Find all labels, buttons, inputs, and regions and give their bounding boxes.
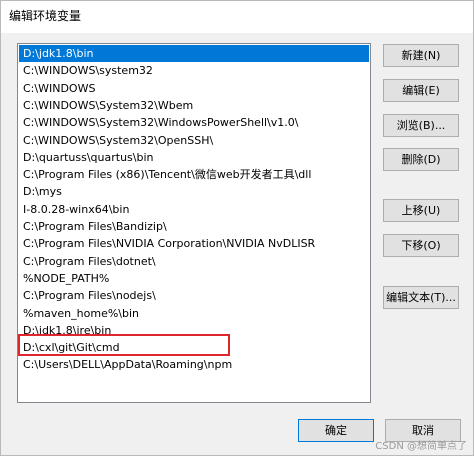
- new-button[interactable]: 新建(N): [383, 44, 459, 67]
- edit-text-button[interactable]: 编辑文本(T)...: [383, 286, 459, 309]
- dialog-title: 编辑环境变量: [9, 9, 82, 23]
- ok-button[interactable]: 确定: [298, 419, 374, 442]
- watermark: CSDN @想简单点了: [375, 441, 467, 452]
- edit-env-var-dialog: 编辑环境变量 D:\jdk1.8\bin C:\WINDOWS\system32 C…: [0, 0, 474, 456]
- list-item[interactable]: C:\WINDOWS\System32\OpenSSH\: [19, 132, 369, 149]
- path-list[interactable]: D:\jdk1.8\bin C:\WINDOWS\system32 C:\WINDO…: [17, 43, 371, 403]
- move-down-button[interactable]: 下移(O): [383, 234, 459, 257]
- list-item[interactable]: C:\Program Files\nodejs\: [19, 287, 369, 304]
- title-bar: 编辑环境变量: [1, 1, 473, 33]
- edit-button[interactable]: 编辑(E): [383, 79, 459, 102]
- list-item[interactable]: D:\cxl\git\Git\cmd: [19, 339, 369, 356]
- list-item[interactable]: C:\Program Files\NVIDIA Corporation\NVID…: [19, 235, 369, 252]
- list-item[interactable]: %NODE_PATH%: [19, 270, 369, 287]
- move-up-button[interactable]: 上移(U): [383, 199, 459, 222]
- list-item[interactable]: %maven_home%\bin: [19, 305, 369, 322]
- list-item[interactable]: C:\WINDOWS\System32\WindowsPowerShell\v1…: [19, 114, 369, 131]
- list-item[interactable]: D:\mys: [19, 183, 369, 200]
- list-item[interactable]: C:\Program Files (x86)\Tencent\微信web开发者工…: [19, 166, 369, 183]
- list-item[interactable]: C:\Program Files\dotnet\: [19, 253, 369, 270]
- list-item[interactable]: C:\WINDOWS\system32: [19, 62, 369, 79]
- list-item[interactable]: C:\Users\DELL\AppData\Roaming\npm: [19, 356, 369, 373]
- list-item[interactable]: D:\quartuss\quartus\bin: [19, 149, 369, 166]
- list-item[interactable]: C:\WINDOWS: [19, 80, 369, 97]
- list-item[interactable]: C:\WINDOWS\System32\Wbem: [19, 97, 369, 114]
- list-item[interactable]: C:\Program Files\Bandizip\: [19, 218, 369, 235]
- list-item[interactable]: I-8.0.28-winx64\bin: [19, 201, 369, 218]
- list-item[interactable]: D:\jdk1.8\bin: [19, 45, 369, 62]
- list-item[interactable]: D:\jdk1.8\jre\bin: [19, 322, 369, 339]
- delete-button[interactable]: 删除(D): [383, 148, 459, 171]
- browse-button[interactable]: 浏览(B)...: [383, 114, 459, 137]
